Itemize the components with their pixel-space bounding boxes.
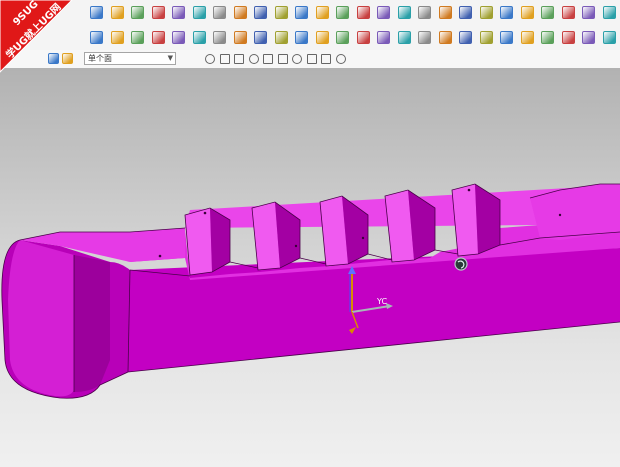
selection-icon[interactable] [541, 31, 554, 44]
cone-icon[interactable] [172, 6, 185, 19]
selection-filter-dropdown[interactable]: 单个面 ▼ [84, 52, 176, 65]
extrude-icon[interactable] [213, 6, 226, 19]
join-icon[interactable] [356, 31, 370, 44]
selection-filter-value: 单个面 [88, 54, 112, 63]
selection-bar: 单个面 ▼ [0, 50, 620, 69]
revolve-icon[interactable] [233, 6, 247, 19]
snap-endpoint-icon[interactable] [205, 54, 215, 64]
curve-tool-icon[interactable] [582, 31, 595, 44]
pattern-icon[interactable] [418, 6, 431, 19]
snap-oncurve-icon[interactable] [321, 54, 331, 64]
hide-icon[interactable] [459, 31, 472, 44]
graphics-window[interactable]: YC [0, 68, 620, 467]
block-icon[interactable] [131, 6, 144, 19]
extract-icon[interactable] [213, 31, 226, 44]
arc-icon[interactable] [110, 31, 124, 44]
wrap-icon[interactable] [602, 6, 616, 19]
point-icon[interactable] [192, 6, 206, 19]
mesh-icon[interactable] [520, 6, 534, 19]
axis-label-yc: YC [376, 297, 387, 306]
snap-onpoint-icon[interactable] [306, 54, 317, 64]
offset-curve-icon[interactable] [295, 31, 308, 44]
display-icon[interactable] [438, 31, 452, 44]
zigzag-icon[interactable] [602, 31, 616, 44]
chevron-down-icon[interactable]: ▼ [168, 53, 173, 64]
text-icon[interactable] [274, 31, 288, 44]
snap-quadrant-icon[interactable] [277, 54, 288, 64]
snap-intersection-icon[interactable] [248, 54, 259, 64]
mirror-icon[interactable] [315, 31, 329, 44]
shell-icon[interactable] [315, 6, 329, 19]
snap-icon[interactable] [520, 31, 534, 44]
snap-control-icon[interactable] [234, 54, 244, 64]
thicken-icon[interactable] [582, 6, 595, 19]
part-model[interactable]: YC [0, 68, 620, 467]
curve-toolbar [0, 25, 620, 51]
line-icon[interactable] [90, 31, 103, 44]
section-icon[interactable] [418, 31, 431, 44]
layer-icon[interactable] [479, 31, 493, 44]
boolean-icon[interactable] [356, 6, 370, 19]
trim-icon[interactable] [377, 6, 390, 19]
snap-onface-icon[interactable] [335, 54, 346, 64]
sew-icon[interactable] [561, 6, 575, 19]
measure-icon[interactable] [397, 31, 411, 44]
hole-icon[interactable] [336, 6, 349, 19]
spline-icon[interactable] [131, 31, 144, 44]
offset-icon[interactable] [397, 6, 411, 19]
blend-icon[interactable] [274, 6, 288, 19]
main-toolbar [0, 0, 620, 26]
cylinder-icon[interactable] [151, 6, 165, 19]
snap-center-icon[interactable] [263, 54, 273, 64]
rect-icon[interactable] [459, 6, 472, 19]
plane-icon[interactable] [479, 6, 493, 19]
snap-midpoint-icon[interactable] [219, 54, 230, 64]
chamfer-icon[interactable] [295, 6, 308, 19]
intersect-icon[interactable] [192, 31, 206, 44]
rotate-center-icon [454, 257, 468, 271]
analysis-icon[interactable] [377, 31, 390, 44]
draft-icon[interactable] [438, 6, 452, 19]
color-icon[interactable] [500, 31, 513, 44]
site-logo: 9SUG 学UG就上UG网 [0, 0, 80, 84]
helix-icon[interactable] [254, 31, 267, 44]
line-tool-icon[interactable] [561, 31, 575, 44]
move-icon[interactable] [90, 6, 103, 19]
curve-icon[interactable] [541, 6, 554, 19]
fillet-icon[interactable] [151, 31, 165, 44]
project-icon[interactable] [172, 31, 185, 44]
bridge-icon[interactable] [233, 31, 247, 44]
sketch-icon[interactable] [110, 6, 124, 19]
sweep-icon[interactable] [254, 6, 267, 19]
surface-icon[interactable] [500, 6, 513, 19]
divide-icon[interactable] [336, 31, 349, 44]
snap-existing-icon[interactable] [292, 54, 302, 64]
